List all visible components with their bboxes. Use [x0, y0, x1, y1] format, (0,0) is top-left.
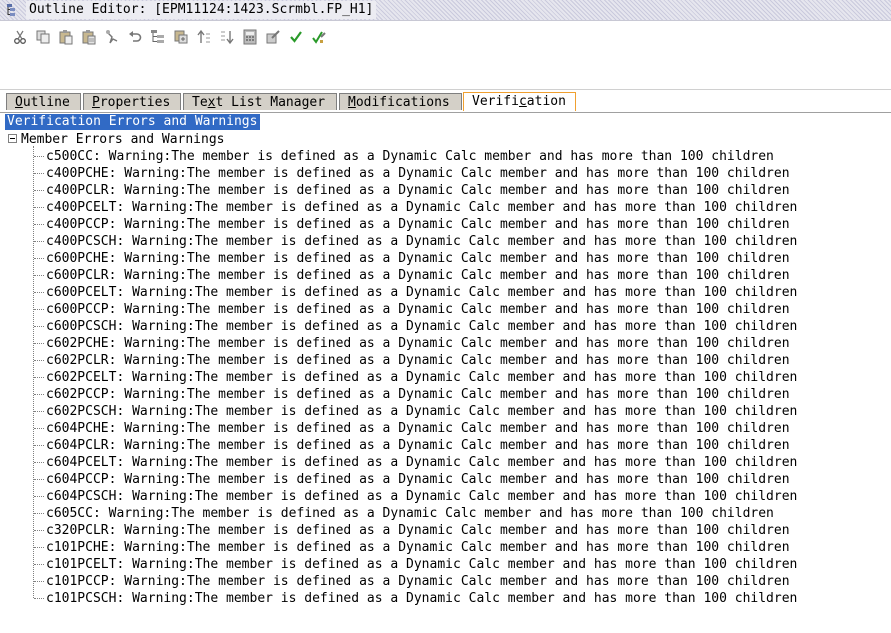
tab-properties[interactable]: Properties — [83, 93, 181, 110]
group-label: Member Errors and Warnings — [21, 132, 225, 147]
warning-item[interactable]: c400PCLR: Warning:The member is defined … — [0, 182, 797, 199]
add-child-icon[interactable] — [169, 26, 192, 48]
warning-item[interactable]: c600PCHE: Warning:The member is defined … — [0, 250, 797, 267]
warning-item[interactable]: c602PCELT: Warning:The member is defined… — [0, 369, 797, 386]
warning-item[interactable]: c602PCHE: Warning:The member is defined … — [0, 335, 797, 352]
save-verify-icon[interactable] — [307, 26, 330, 48]
title-bar: Outline Editor: [EPM11124:1423.Scrmbl.FP… — [0, 0, 891, 21]
collapse-toggle-icon[interactable] — [8, 134, 17, 143]
warning-item[interactable]: c604PCELT: Warning:The member is defined… — [0, 454, 797, 471]
warning-item[interactable]: c101PCELT: Warning:The member is defined… — [0, 556, 797, 573]
warning-item[interactable]: c604PCCP: Warning:The member is defined … — [0, 471, 797, 488]
warning-item[interactable]: c400PCHE: Warning:The member is defined … — [0, 165, 797, 182]
tab-verification[interactable]: Verification — [463, 92, 576, 111]
undo-icon[interactable] — [123, 26, 146, 48]
warning-item[interactable]: c604PCLR: Warning:The member is defined … — [0, 437, 797, 454]
warning-item[interactable]: c101PCSCH: Warning:The member is defined… — [0, 590, 797, 607]
warning-item[interactable]: c602PCCP: Warning:The member is defined … — [0, 386, 797, 403]
find-icon[interactable] — [100, 26, 123, 48]
member-errors-group[interactable]: Member Errors and Warnings — [8, 131, 225, 148]
warning-item[interactable]: c602PCSCH: Warning:The member is defined… — [0, 403, 797, 420]
tab-strip: Outline Properties Text List Manager Mod… — [0, 90, 891, 113]
warning-item[interactable]: c500CC: Warning:The member is defined as… — [0, 148, 797, 165]
warning-item[interactable]: c602PCLR: Warning:The member is defined … — [0, 352, 797, 369]
toolbar — [0, 21, 891, 90]
copy-icon[interactable] — [31, 26, 54, 48]
calculator-icon[interactable] — [238, 26, 261, 48]
verification-panel: Verification Errors and Warnings Member … — [0, 113, 891, 633]
warning-item[interactable]: c600PCLR: Warning:The member is defined … — [0, 267, 797, 284]
warning-item[interactable]: c604PCHE: Warning:The member is defined … — [0, 420, 797, 437]
warning-item[interactable]: c320PCLR: Warning:The member is defined … — [0, 522, 797, 539]
warning-item[interactable]: c600PCSCH: Warning:The member is defined… — [0, 318, 797, 335]
warning-item[interactable]: c400PCCP: Warning:The member is defined … — [0, 216, 797, 233]
edit-properties-icon[interactable] — [261, 26, 284, 48]
paste-icon[interactable] — [54, 26, 77, 48]
verification-header[interactable]: Verification Errors and Warnings — [5, 114, 261, 130]
sort-descending-icon[interactable] — [215, 26, 238, 48]
warning-item[interactable]: c101PCCP: Warning:The member is defined … — [0, 573, 797, 590]
cut-icon[interactable] — [8, 26, 31, 48]
tab-outline[interactable]: Outline — [6, 93, 81, 110]
outline-editor-window: Outline Editor: [EPM11124:1423.Scrmbl.FP… — [0, 0, 891, 633]
warning-item[interactable]: c101PCHE: Warning:The member is defined … — [0, 539, 797, 556]
warning-item[interactable]: c600PCELT: Warning:The member is defined… — [0, 284, 797, 301]
warning-item[interactable]: c605CC: Warning:The member is defined as… — [0, 505, 797, 522]
warning-list: c500CC: Warning:The member is defined as… — [0, 148, 797, 607]
tab-text-list-manager[interactable]: Text List Manager — [183, 93, 337, 110]
outline-tree-icon[interactable] — [146, 26, 169, 48]
warning-item[interactable]: c604PCSCH: Warning:The member is defined… — [0, 488, 797, 505]
warning-item[interactable]: c400PCSCH: Warning:The member is defined… — [0, 233, 797, 250]
warning-item[interactable]: c600PCCP: Warning:The member is defined … — [0, 301, 797, 318]
tab-modifications[interactable]: Modifications — [339, 93, 462, 110]
verify-check-icon[interactable] — [284, 26, 307, 48]
warning-item[interactable]: c400PCELT: Warning:The member is defined… — [0, 199, 797, 216]
outline-editor-icon — [6, 3, 20, 17]
paste-special-icon[interactable] — [77, 26, 100, 48]
sort-ascending-icon[interactable] — [192, 26, 215, 48]
window-title: Outline Editor: [EPM11124:1423.Scrmbl.FP… — [26, 1, 377, 19]
